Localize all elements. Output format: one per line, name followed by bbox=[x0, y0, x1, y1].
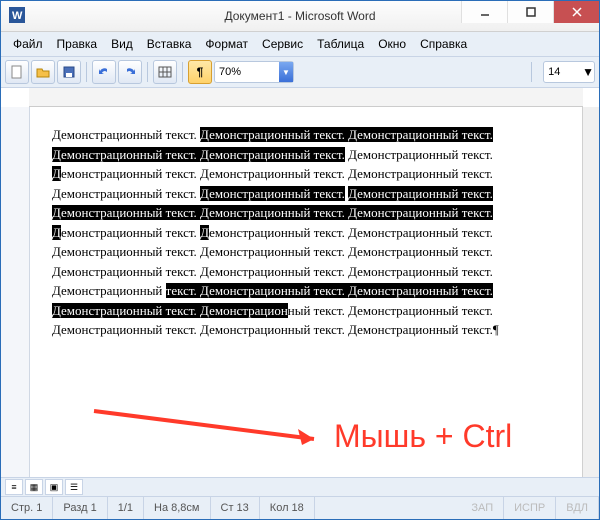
word-icon: W bbox=[9, 7, 25, 23]
window-title: Документ1 - Microsoft Word bbox=[224, 9, 375, 23]
titlebar: W Документ1 - Microsoft Word bbox=[1, 1, 599, 32]
show-formatting-button[interactable]: ¶ bbox=[188, 60, 212, 84]
new-doc-icon bbox=[10, 65, 24, 79]
menu-file[interactable]: Файл bbox=[7, 35, 49, 53]
status-page[interactable]: Стр. 1 bbox=[1, 497, 53, 519]
selected-text[interactable]: Д bbox=[200, 225, 209, 240]
zoom-dropdown[interactable]: ▼ bbox=[279, 62, 293, 82]
separator bbox=[86, 62, 87, 82]
redo-button[interactable] bbox=[118, 60, 142, 84]
vertical-scrollbar[interactable] bbox=[582, 107, 599, 477]
arrow-icon bbox=[94, 411, 314, 439]
separator bbox=[531, 62, 532, 82]
menu-insert[interactable]: Вставка bbox=[141, 35, 198, 53]
table-icon bbox=[158, 65, 172, 79]
font-size-input[interactable] bbox=[544, 66, 582, 78]
page-content[interactable]: Демонстрационный текст. Демонстрационный… bbox=[30, 107, 582, 477]
separator bbox=[147, 62, 148, 82]
maximize-icon bbox=[526, 7, 536, 17]
annotation-text: Мышь + Ctrl bbox=[334, 418, 512, 454]
text-run[interactable]: Демонстрационный текст. bbox=[345, 147, 493, 162]
paragraph[interactable]: Демонстрационный текст. Демонстрационный… bbox=[52, 125, 560, 340]
separator bbox=[182, 62, 183, 82]
status-line[interactable]: Ст 13 bbox=[211, 497, 260, 519]
annotation-overlay: Мышь + Ctrl bbox=[84, 399, 582, 459]
status-col[interactable]: Кол 18 bbox=[260, 497, 315, 519]
close-icon bbox=[572, 7, 582, 17]
normal-view-button[interactable]: ≡ bbox=[5, 479, 23, 495]
status-ext[interactable]: ВДЛ bbox=[556, 497, 599, 519]
new-button[interactable] bbox=[5, 60, 29, 84]
undo-icon bbox=[97, 65, 111, 79]
menu-table[interactable]: Таблица bbox=[311, 35, 370, 53]
menu-edit[interactable]: Правка bbox=[51, 35, 104, 53]
print-view-button[interactable]: ▣ bbox=[45, 479, 63, 495]
close-button[interactable] bbox=[553, 1, 599, 23]
status-rec[interactable]: ЗАП bbox=[461, 497, 504, 519]
ruler[interactable] bbox=[29, 88, 583, 107]
selected-text[interactable]: Д bbox=[52, 166, 61, 181]
svg-text:W: W bbox=[12, 10, 23, 22]
toolbar: ¶ ▼ ▼ bbox=[1, 57, 599, 88]
web-view-button[interactable]: ▦ bbox=[25, 479, 43, 495]
left-gutter bbox=[1, 107, 30, 477]
pilcrow-icon: ¶ bbox=[197, 65, 204, 79]
app-window: W Документ1 - Microsoft Word Файл Правка… bbox=[0, 0, 600, 520]
status-at[interactable]: На 8,8см bbox=[144, 497, 210, 519]
redo-icon bbox=[123, 65, 137, 79]
status-section[interactable]: Разд 1 bbox=[53, 497, 107, 519]
menu-view[interactable]: Вид bbox=[105, 35, 139, 53]
open-icon bbox=[36, 65, 50, 79]
maximize-button[interactable] bbox=[507, 1, 553, 23]
text-run[interactable]: емонстрационный текст. bbox=[61, 225, 200, 240]
save-icon bbox=[62, 65, 76, 79]
font-size-combo[interactable]: ▼ bbox=[543, 61, 595, 83]
menu-tools[interactable]: Сервис bbox=[256, 35, 309, 53]
minimize-button[interactable] bbox=[461, 1, 507, 23]
window-controls bbox=[461, 1, 599, 23]
menubar: Файл Правка Вид Вставка Формат Сервис Та… bbox=[1, 32, 599, 57]
zoom-combo[interactable]: ▼ bbox=[214, 61, 294, 83]
font-size-dropdown[interactable]: ▼ bbox=[582, 65, 594, 79]
menu-format[interactable]: Формат bbox=[199, 35, 254, 53]
save-button[interactable] bbox=[57, 60, 81, 84]
document-area: Демонстрационный текст. Демонстрационный… bbox=[1, 107, 599, 477]
view-switch-bar: ≡ ▦ ▣ ☰ bbox=[1, 477, 599, 496]
status-trk[interactable]: ИСПР bbox=[504, 497, 556, 519]
menu-window[interactable]: Окно bbox=[372, 35, 412, 53]
arrow-head-icon bbox=[298, 429, 314, 445]
status-pages[interactable]: 1/1 bbox=[108, 497, 144, 519]
outline-view-button[interactable]: ☰ bbox=[65, 479, 83, 495]
open-button[interactable] bbox=[31, 60, 55, 84]
menu-help[interactable]: Справка bbox=[414, 35, 473, 53]
undo-button[interactable] bbox=[92, 60, 116, 84]
minimize-icon bbox=[480, 7, 490, 17]
zoom-input[interactable] bbox=[215, 66, 279, 78]
statusbar: Стр. 1 Разд 1 1/1 На 8,8см Ст 13 Кол 18 … bbox=[1, 496, 599, 519]
text-run[interactable]: Демонстрационный текст. bbox=[52, 127, 200, 142]
selected-text[interactable]: Демонстрационный текст. bbox=[200, 186, 345, 201]
table-button[interactable] bbox=[153, 60, 177, 84]
